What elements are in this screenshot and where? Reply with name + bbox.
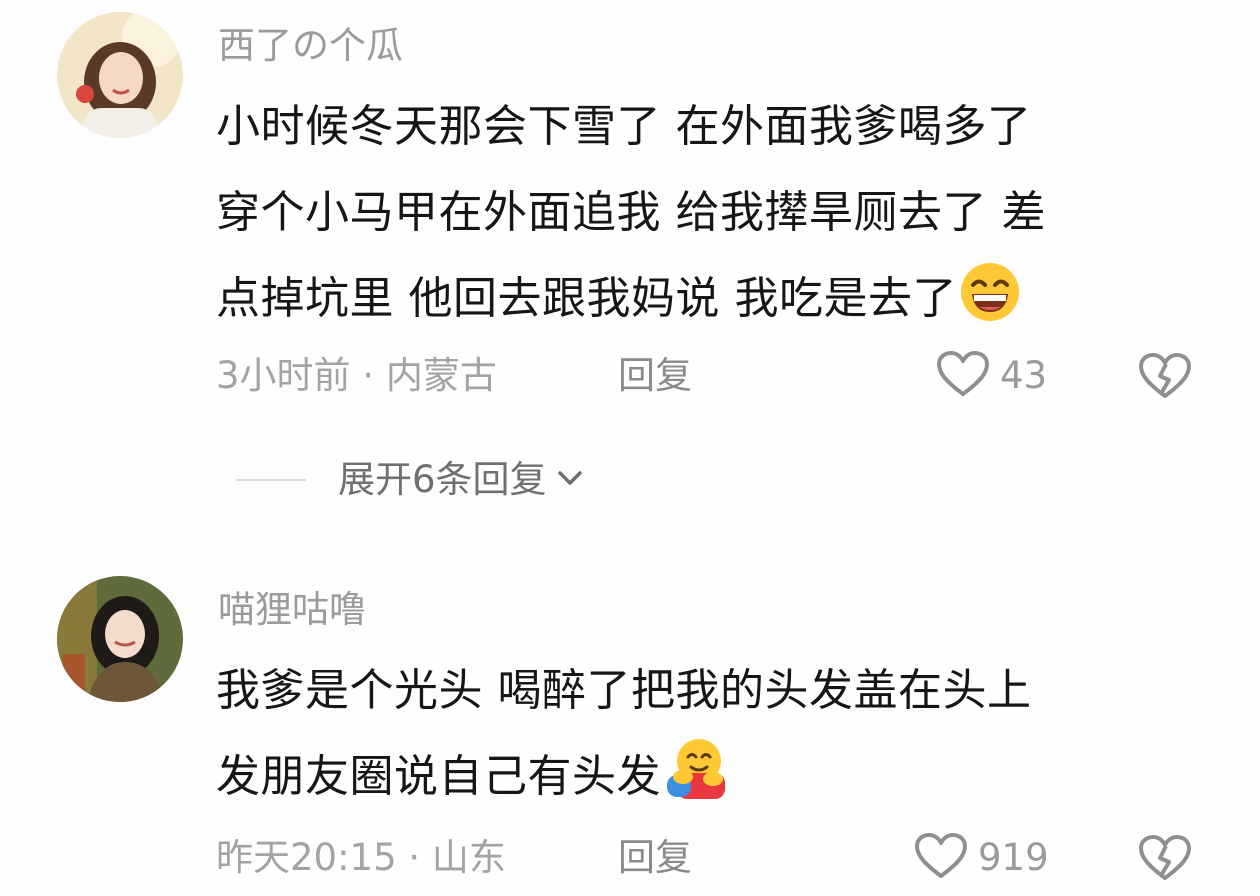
like-count: 919 — [978, 836, 1049, 879]
hugging-face-emoji-icon — [663, 735, 729, 830]
avatar[interactable] — [57, 12, 183, 138]
broken-heart-icon — [1138, 835, 1192, 886]
heart-icon — [914, 832, 968, 884]
like-count: 43 — [1000, 354, 1048, 397]
username[interactable]: 西了の个瓜 — [218, 24, 403, 68]
chevron-down-icon — [555, 463, 585, 497]
broken-heart-icon — [1138, 353, 1192, 404]
like-button[interactable]: 919 — [914, 832, 1049, 884]
expand-replies-label: 展开6条回复 — [338, 458, 547, 501]
comment-text: 小时候冬天那会下雪了 在外面我爹喝多了 穿个小马甲在外面追我 给我撵旱厕去了 差… — [216, 84, 1206, 342]
comment-line: 点掉坑里 他回去跟我妈说 我吃是去了 — [216, 256, 1206, 342]
reply-button[interactable]: 回复 — [618, 354, 692, 398]
grinning-sweat-emoji-icon — [959, 261, 1021, 352]
comment-line: 小时候冬天那会下雪了 在外面我爹喝多了 — [216, 101, 1032, 152]
comment-line: 发朋友圈说自己有头发 — [216, 734, 1206, 820]
dislike-button[interactable] — [1138, 352, 1192, 404]
expand-replies-button[interactable]: 展开6条回复 — [236, 458, 585, 502]
divider — [236, 479, 306, 481]
comment-time-location: 3小时前 · 内蒙古 — [216, 354, 497, 397]
comment-line: 穿个小马甲在外面追我 给我撵旱厕去了 差 — [216, 187, 1046, 238]
avatar[interactable] — [57, 576, 183, 702]
comment-text: 我爹是个光头 喝醉了把我的头发盖在头上 发朋友圈说自己有头发 — [216, 648, 1206, 820]
comment-time-location: 昨天20:15 · 山东 — [216, 836, 506, 879]
username[interactable]: 喵狸咕噜 — [218, 588, 366, 632]
dislike-button[interactable] — [1138, 834, 1192, 886]
comment-line: 我爹是个光头 喝醉了把我的头发盖在头上 — [216, 665, 1032, 716]
like-button[interactable]: 43 — [936, 350, 1047, 402]
heart-icon — [936, 350, 990, 402]
reply-button[interactable]: 回复 — [618, 836, 692, 880]
